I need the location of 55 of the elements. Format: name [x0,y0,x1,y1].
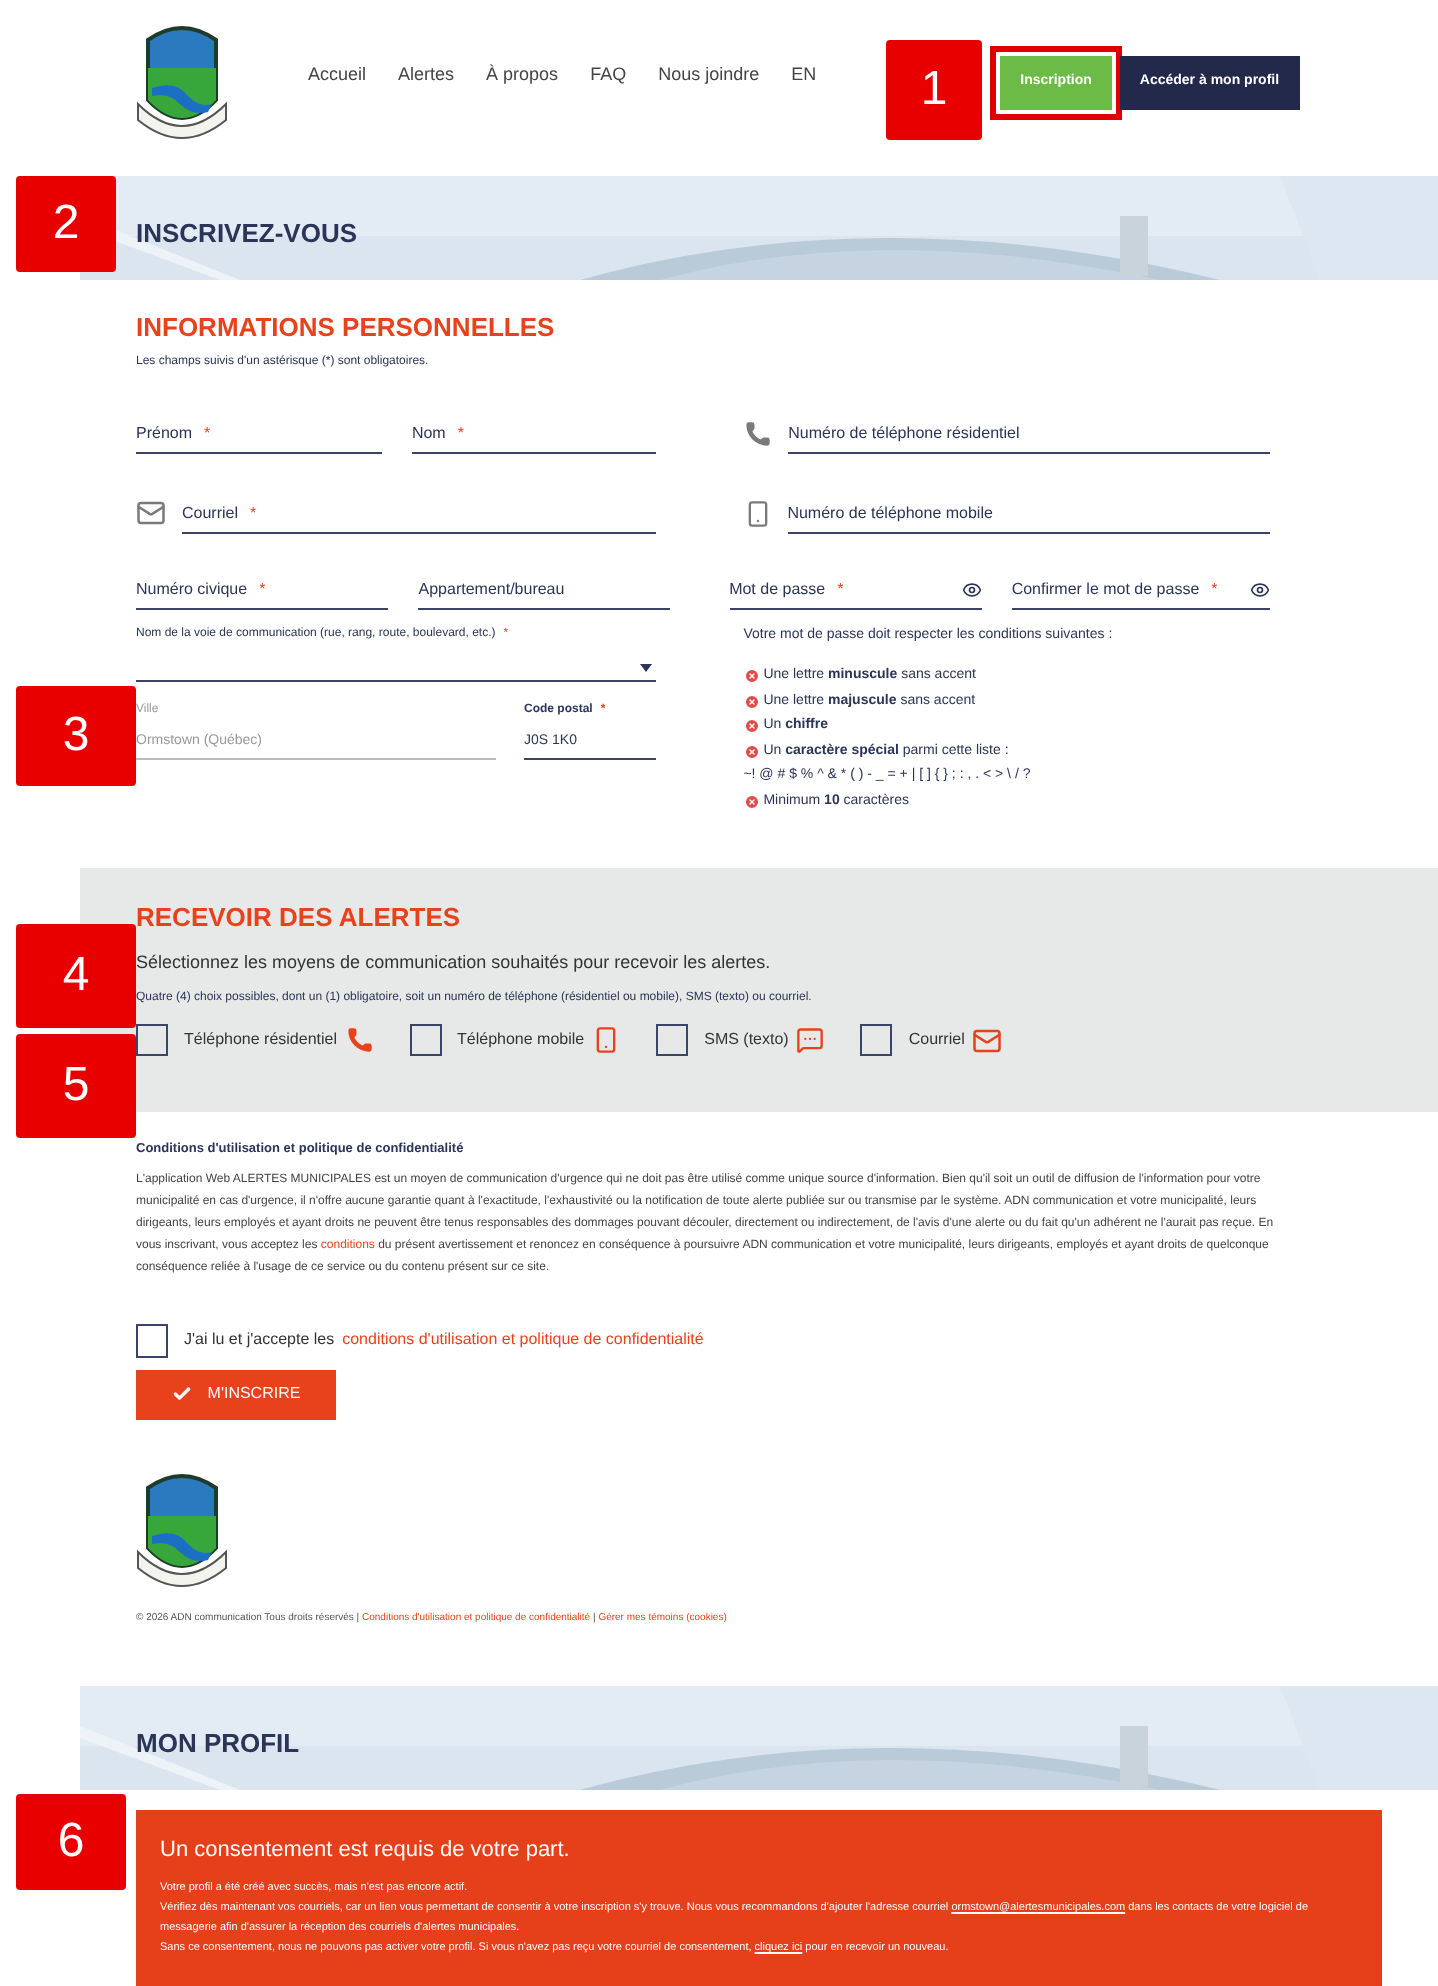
step-number-badge: 5 [16,1034,136,1138]
error-icon [743,693,760,710]
nav-link[interactable]: EN [791,62,817,89]
step-number-badge: 6 [16,1794,126,1890]
input-field[interactable]: Numéro de téléphone résidentiel [788,421,1270,453]
checkbox[interactable] [136,1323,168,1358]
checkbox-label: J'ai lu et j'accepte les [184,1328,335,1353]
eye-icon [1250,579,1270,599]
input-field[interactable]: Numéro de téléphone mobile [787,501,1270,533]
step-number-badge: 4 [16,924,136,1028]
checkbox[interactable] [656,1024,689,1056]
caret-icon [639,663,651,671]
mobile-phone-icon [592,1026,621,1054]
check-icon [171,1384,192,1405]
banner-title: INSCRIVEZ-VOUS [136,216,358,252]
checkbox-label: Courriel [908,1028,965,1052]
banner-title: MON PROFIL [136,1726,300,1763]
nav-link[interactable]: FAQ [590,62,627,89]
error-icon [743,743,760,760]
eye-icon [961,579,982,599]
nav-link[interactable]: Alertes [398,62,455,89]
step-number-badge: 3 [16,686,136,786]
input-field[interactable]: Numéro civique * [136,577,389,609]
phone-icon [345,1026,373,1054]
nav-link[interactable]: Nous joindre [658,62,760,89]
submit-button[interactable]: M'INSCRIRE [136,1369,336,1420]
input-field[interactable]: Appartement/bureau [418,577,670,609]
mobile-phone-icon [743,499,772,527]
checkbox[interactable] [409,1024,441,1056]
phone-icon [744,419,773,447]
checkbox[interactable] [136,1024,168,1056]
checkbox-label: Téléphone mobile [457,1028,585,1052]
input-field[interactable]: Nom * [411,421,656,453]
checkbox-label: Téléphone résidentiel [184,1028,337,1052]
nav-link[interactable]: À propos [486,62,559,89]
mail-icon [972,1025,1003,1055]
section-heading: RECEVOIR DES ALERTES [136,900,463,936]
error-icon [743,718,760,735]
section-heading: INFORMATIONS PERSONNELLES [136,310,557,346]
input-field[interactable]: Mot de passe * [729,577,982,609]
input-field[interactable]: Courriel * [182,501,655,533]
chat-icon [796,1026,825,1054]
input-field[interactable]: Confirmer le mot de passe * [1011,577,1270,609]
mail-icon [136,497,166,527]
error-icon [743,793,760,810]
checkbox[interactable] [860,1024,893,1056]
error-icon [743,668,760,685]
nav-link[interactable]: Accueil [308,62,367,89]
checkbox-label: SMS (texto) [704,1028,789,1052]
terms-link[interactable]: conditions d'utilisation et politique de confidentialité [342,1328,704,1353]
step-number-badge: 1 [886,40,982,140]
alert-title: Un consentement est requis de votre part. [160,1836,572,1867]
input-field[interactable]: Prénom * [136,421,382,453]
alerts-intro: Sélectionnez les moyens de communication souhaités pour recevoir les alertes. [136,949,773,976]
step-number-badge: 2 [16,176,116,272]
